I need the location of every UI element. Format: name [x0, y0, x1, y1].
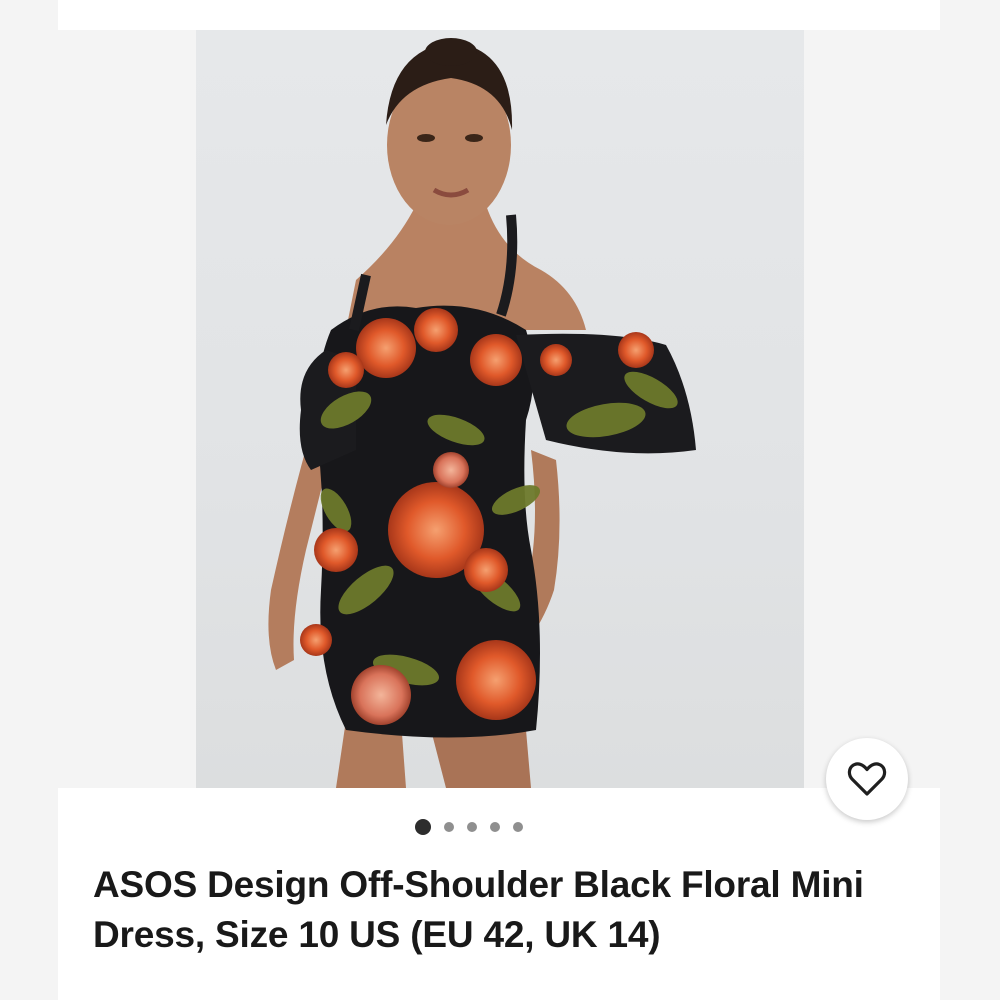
- right-margin: [940, 0, 1000, 1000]
- favorite-button[interactable]: [826, 738, 908, 820]
- heart-outline-icon: [847, 762, 887, 796]
- gallery-dot-4[interactable]: [490, 822, 500, 832]
- product-photo[interactable]: [196, 30, 804, 788]
- gallery-dot-2[interactable]: [444, 822, 454, 832]
- gallery-dot-3[interactable]: [467, 822, 477, 832]
- gallery-pagination: [58, 819, 940, 835]
- product-photo-illustration: [268, 38, 696, 788]
- left-margin: [0, 0, 58, 1000]
- top-bar: [58, 0, 940, 30]
- gallery-dot-5[interactable]: [513, 822, 523, 832]
- listing-title: ASOS Design Off-Shoulder Black Floral Mi…: [93, 864, 864, 955]
- gallery-dot-1[interactable]: [415, 819, 431, 835]
- listing-info: ASOS Design Off-Shoulder Black Floral Mi…: [58, 788, 940, 1000]
